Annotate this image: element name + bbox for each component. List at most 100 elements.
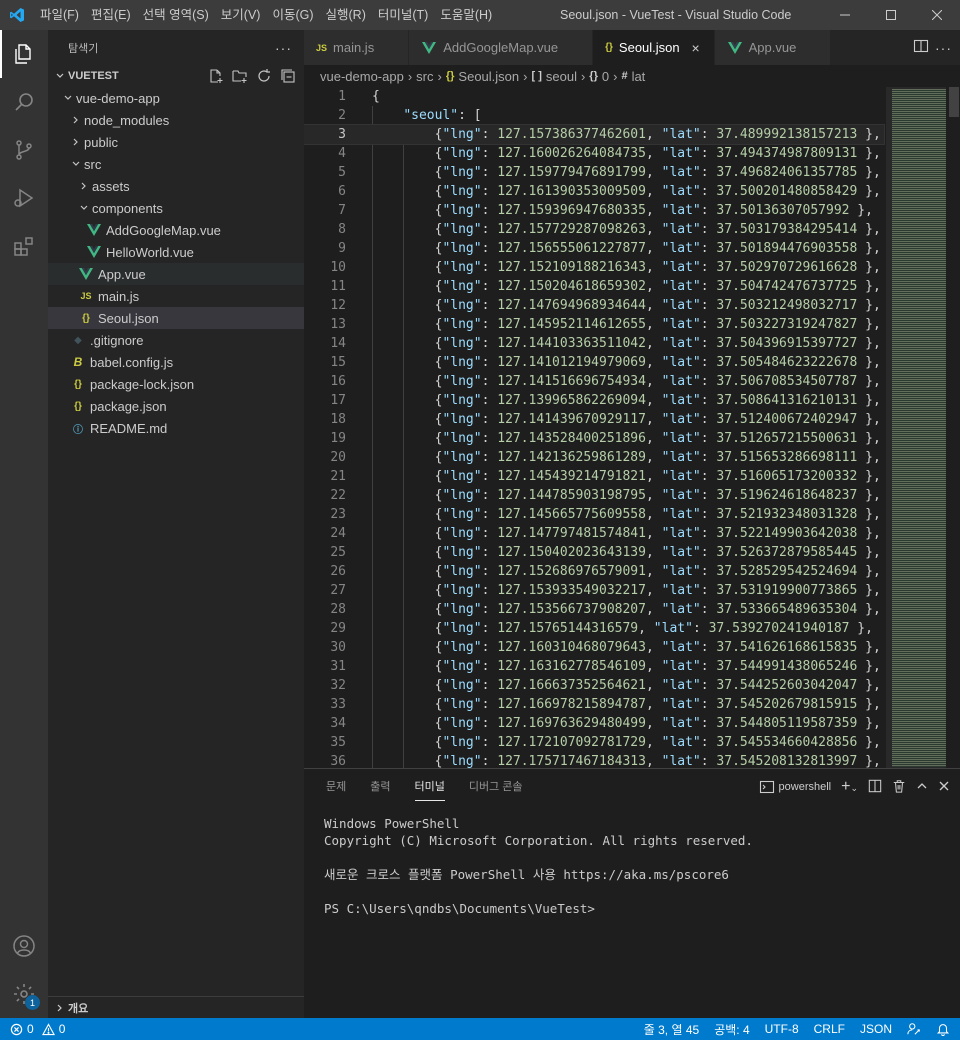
encoding-status[interactable]: UTF-8 <box>765 1022 799 1036</box>
tree-item-label: src <box>84 156 102 172</box>
more-actions-icon[interactable]: ··· <box>275 40 292 56</box>
terminal-line: Copyright (C) Microsoft Corporation. All… <box>324 833 753 848</box>
vue-file-icon <box>86 244 102 260</box>
refresh-icon[interactable] <box>254 67 274 85</box>
chevron-right-icon <box>52 1000 68 1016</box>
indentation-status[interactable]: 공백: 4 <box>714 1021 749 1038</box>
tree-item[interactable]: ◆ .gitignore <box>48 329 304 351</box>
menu-item[interactable]: 선택 영역(S) <box>137 0 215 30</box>
editor-tab[interactable]: JSmain.js× <box>304 30 410 65</box>
close-panel-icon[interactable] <box>938 780 950 795</box>
run-debug-icon[interactable] <box>0 174 48 222</box>
tree-item[interactable]: node_modules <box>48 109 304 131</box>
feedback-icon[interactable] <box>907 1022 921 1036</box>
tree-item-label: HelloWorld.vue <box>106 244 194 260</box>
tree-item-label: package.json <box>90 398 167 414</box>
menu-item[interactable]: 보기(V) <box>215 0 267 30</box>
line-number: 34 <box>330 716 346 731</box>
tree-item[interactable]: public <box>48 131 304 153</box>
tree-item[interactable]: src <box>48 153 304 175</box>
tree-item[interactable]: JS main.js <box>48 285 304 307</box>
code-text: {"lng": 127.15765144316579, "lat": 37.53… <box>372 621 873 636</box>
tree-item[interactable]: assets <box>48 175 304 197</box>
editor-scrollbar[interactable] <box>946 87 960 768</box>
eol-status[interactable]: CRLF <box>814 1022 845 1036</box>
new-folder-icon[interactable] <box>230 67 250 85</box>
maximize-panel-icon[interactable] <box>916 780 928 795</box>
panel-tab[interactable]: 디버그 콘솔 <box>457 769 535 805</box>
tree-item[interactable]: AddGoogleMap.vue <box>48 219 304 241</box>
maximize-button[interactable] <box>868 0 914 30</box>
editor-more-icon[interactable]: ··· <box>935 40 952 56</box>
tree-item[interactable]: vue-demo-app <box>48 87 304 109</box>
tree-item[interactable]: ⓘ README.md <box>48 417 304 439</box>
scrollbar-thumb[interactable] <box>949 87 959 117</box>
source-control-icon[interactable] <box>0 126 48 174</box>
notifications-bell-icon[interactable] <box>936 1022 950 1036</box>
breadcrumb-item[interactable]: 0 <box>602 69 609 84</box>
code-editor[interactable]: 1{2 "seoul": [3 {"lng": 127.157386377462… <box>304 87 960 768</box>
number-symbol-icon: # <box>621 70 628 82</box>
editor-tab[interactable]: AddGoogleMap.vue× <box>409 30 594 65</box>
tree-item[interactable]: App.vue <box>48 263 304 285</box>
workspace-section-header[interactable]: VUETEST <box>48 65 304 87</box>
new-terminal-icon[interactable]: +⌄ <box>841 778 858 796</box>
line-number: 19 <box>330 431 346 446</box>
terminal-output[interactable]: Windows PowerShell Copyright (C) Microsof… <box>304 805 960 927</box>
panel-tab[interactable]: 문제 <box>314 769 358 805</box>
breadcrumb-item[interactable]: seoul <box>546 69 577 84</box>
minimap[interactable] <box>886 87 946 768</box>
line-number: 12 <box>330 298 346 313</box>
code-text: {"lng": 127.157729287098263, "lat": 37.5… <box>372 222 881 237</box>
tree-item[interactable]: {} package.json <box>48 395 304 417</box>
tree-item[interactable]: {} package-lock.json <box>48 373 304 395</box>
extensions-icon[interactable] <box>0 222 48 270</box>
tree-item[interactable]: components <box>48 197 304 219</box>
tree-item[interactable]: HelloWorld.vue <box>48 241 304 263</box>
account-icon[interactable] <box>0 922 48 970</box>
search-icon[interactable] <box>0 78 48 126</box>
breadcrumb-item[interactable]: Seoul.json <box>458 69 519 84</box>
tree-item-label: Seoul.json <box>98 310 159 326</box>
line-number: 20 <box>330 450 346 465</box>
code-line: 12 {"lng": 127.147694968934644, "lat": 3… <box>304 296 884 315</box>
menu-item[interactable]: 편집(E) <box>85 0 137 30</box>
tree-item-label: main.js <box>98 288 140 304</box>
minimize-button[interactable] <box>822 0 868 30</box>
terminal-icon <box>759 780 774 794</box>
close-window-button[interactable] <box>914 0 960 30</box>
split-editor-icon[interactable] <box>913 38 929 57</box>
menu-item[interactable]: 터미널(T) <box>372 0 434 30</box>
chevron-right-icon <box>68 112 84 128</box>
code-line: 25 {"lng": 127.150402023643139, "lat": 3… <box>304 543 884 562</box>
menu-item[interactable]: 이동(G) <box>266 0 319 30</box>
tree-item[interactable]: {} Seoul.json <box>48 307 304 329</box>
breadcrumb-item[interactable]: lat <box>632 69 646 84</box>
language-mode[interactable]: JSON <box>860 1022 892 1036</box>
collapse-all-icon[interactable] <box>278 67 298 85</box>
menu-item[interactable]: 도움말(H) <box>434 0 498 30</box>
breadcrumb-item[interactable]: src <box>416 69 433 84</box>
settings-gear-icon[interactable]: 1 <box>0 970 48 1018</box>
tree-item[interactable]: Bbabel.config.js <box>48 351 304 373</box>
explorer-icon[interactable] <box>0 30 48 78</box>
editor-tab[interactable]: {} Seoul.json × <box>593 30 715 65</box>
menu-item[interactable]: 파일(F) <box>34 0 85 30</box>
panel-tab[interactable]: 출력 <box>358 769 402 805</box>
menu-item[interactable]: 실행(R) <box>320 0 372 30</box>
new-file-icon[interactable] <box>206 67 226 85</box>
split-terminal-icon[interactable] <box>868 779 882 796</box>
editor-tab[interactable]: App.vue× <box>714 30 832 65</box>
code-line: 23 {"lng": 127.145665775609558, "lat": 3… <box>304 505 884 524</box>
trash-icon[interactable] <box>892 779 906 796</box>
cursor-position[interactable]: 줄 3, 열 45 <box>644 1021 699 1038</box>
breadcrumb-item[interactable]: vue-demo-app <box>320 69 404 84</box>
code-line: 6 {"lng": 127.161390353009509, "lat": 37… <box>304 182 884 201</box>
close-tab-icon[interactable]: × <box>688 40 704 56</box>
panel-tab[interactable]: 터미널 <box>403 769 457 805</box>
problems-status[interactable]: 0 0 <box>0 1022 65 1036</box>
panel-tabs: 문제 출력 터미널 디버그 콘솔 powershell +⌄ <box>304 769 960 805</box>
outline-section-header[interactable]: 개요 <box>48 996 304 1018</box>
terminal-shell-select[interactable]: powershell <box>759 779 831 795</box>
